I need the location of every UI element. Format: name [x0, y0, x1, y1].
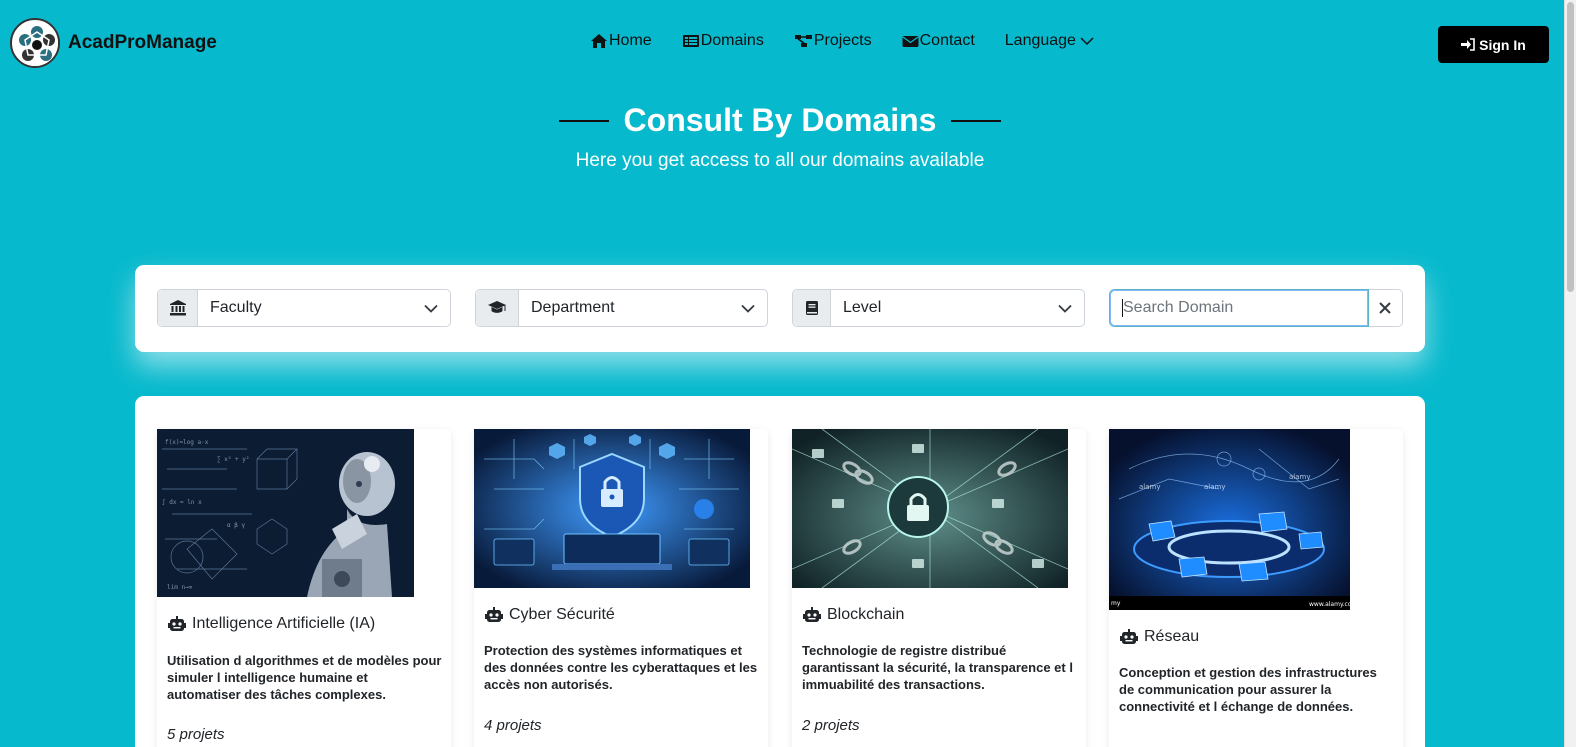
nav-links: Home Domains Projects Contact Language: [590, 32, 1124, 50]
robot-icon: [168, 616, 186, 631]
faculty-select[interactable]: Faculty: [157, 289, 451, 327]
domain-description: Technologie de registre distribué garant…: [802, 643, 1073, 692]
domain-name: Réseau: [1144, 628, 1200, 645]
nav-projects[interactable]: Projects: [794, 32, 872, 50]
close-icon: [1379, 302, 1391, 314]
department-select-value[interactable]: Department: [519, 290, 767, 326]
domain-title-row: Réseau: [1119, 628, 1199, 646]
domain-image-cyber: [474, 429, 750, 588]
robot-icon: [485, 607, 503, 622]
clear-search-button[interactable]: [1368, 290, 1402, 326]
sign-in-button[interactable]: Sign In: [1438, 26, 1549, 63]
navbar: AcadProManage Home Domains Projects Cont…: [0, 0, 1564, 88]
faculty-select-label: Faculty: [210, 299, 262, 316]
svg-text:www.alamy.com: www.alamy.com: [1309, 601, 1350, 608]
page-title: Consult By Domains: [623, 102, 937, 138]
hero-title-row: Consult By Domains: [0, 102, 1560, 139]
nav-projects-label: Projects: [813, 32, 872, 49]
nav-contact[interactable]: Contact: [902, 32, 975, 50]
level-select[interactable]: Level: [792, 289, 1085, 327]
graduation-cap-icon: [476, 290, 519, 326]
domain-title-row: Intelligence Artificielle (IA): [167, 615, 375, 633]
svg-text:∑ x² + y²: ∑ x² + y²: [217, 456, 250, 463]
svg-text:alamy: alamy: [1289, 473, 1311, 481]
svg-text:alamy: alamy: [1139, 483, 1161, 491]
chevron-down-icon: [424, 304, 438, 313]
scrollbar-thumb[interactable]: [1567, 2, 1574, 292]
domain-project-count: 4 projets: [484, 717, 542, 734]
domain-description: Protection des systèmes informatiques et…: [484, 643, 758, 692]
domain-image-blockchain: [792, 429, 1068, 588]
faculty-select-value[interactable]: Faculty: [198, 290, 450, 326]
filter-panel: Faculty Department Level Search Domain: [135, 265, 1425, 352]
book-icon: [793, 290, 831, 326]
domain-card-ia[interactable]: f(x)=log a·x ∑ x² + y² ∫ dx = ln x α β γ…: [157, 429, 451, 747]
domain-card-reseau[interactable]: alamy alamy alamy my www.alamy.com Résea…: [1109, 429, 1403, 747]
department-select-label: Department: [531, 299, 615, 316]
svg-text:lim n→∞: lim n→∞: [167, 584, 193, 591]
nav-home-label: Home: [609, 32, 652, 49]
language-label: Language: [1004, 32, 1076, 49]
domain-name: Intelligence Artificielle (IA): [192, 615, 376, 632]
robot-icon: [1120, 629, 1138, 644]
domains-panel: f(x)=log a·x ∑ x² + y² ∫ dx = ln x α β γ…: [135, 396, 1425, 747]
department-select[interactable]: Department: [475, 289, 768, 327]
chevron-down-icon: [741, 304, 755, 313]
page-scrollbar[interactable]: [1564, 0, 1576, 747]
domain-image-reseau: alamy alamy alamy my www.alamy.com: [1109, 429, 1350, 610]
svg-text:my: my: [1111, 600, 1121, 607]
page-subtitle: Here you get access to all our domains a…: [575, 150, 985, 171]
svg-text:alamy: alamy: [1204, 483, 1226, 491]
nav-domains-label: Domains: [700, 32, 764, 49]
svg-text:α β γ: α β γ: [227, 522, 245, 529]
svg-text:∫ dx = ln x: ∫ dx = ln x: [162, 498, 202, 506]
brand[interactable]: AcadProManage: [10, 18, 217, 68]
search-placeholder: Search Domain: [1123, 299, 1234, 316]
search-group: Search Domain: [1109, 289, 1403, 327]
domain-project-count: 2 projets: [802, 717, 860, 734]
logo-icon: [10, 18, 60, 68]
domain-title-row: Cyber Sécurité: [484, 606, 615, 624]
svg-text:f(x)=log a·x: f(x)=log a·x: [165, 439, 209, 446]
brand-name: AcadProManage: [68, 32, 217, 53]
level-select-value[interactable]: Level: [831, 290, 1084, 326]
sign-in-label: Sign In: [1479, 36, 1526, 53]
home-icon: [591, 34, 607, 48]
domain-description: Utilisation d algorithmes et de modèles …: [167, 653, 442, 702]
search-input[interactable]: Search Domain: [1110, 290, 1368, 326]
language-dropdown[interactable]: Language: [1005, 32, 1094, 50]
domain-card-cyber[interactable]: Cyber Sécurité Protection des systèmes i…: [474, 429, 768, 747]
nav-home[interactable]: Home: [590, 32, 652, 50]
chevron-down-icon: [1058, 304, 1072, 313]
domain-name: Blockchain: [827, 606, 905, 623]
domain-description: Conception et gestion des infrastructure…: [1119, 665, 1377, 714]
chevron-down-icon: [1080, 37, 1094, 46]
sign-in-icon: [1461, 38, 1475, 51]
domain-project-count: 5 projets: [167, 726, 225, 743]
level-select-label: Level: [843, 299, 882, 316]
domain-card-blockchain[interactable]: Blockchain Technologie de registre distr…: [792, 429, 1086, 747]
title-divider-right: [951, 119, 1002, 122]
sitemap-icon: [794, 35, 812, 47]
domain-image-ia: f(x)=log a·x ∑ x² + y² ∫ dx = ln x α β γ…: [157, 429, 414, 597]
envelope-icon: [902, 35, 919, 47]
list-icon: [682, 35, 699, 47]
robot-icon: [803, 607, 821, 622]
nav-domains[interactable]: Domains: [682, 32, 764, 50]
building-columns-icon: [158, 290, 198, 326]
domain-title-row: Blockchain: [802, 606, 904, 624]
nav-contact-label: Contact: [919, 32, 975, 49]
domain-name: Cyber Sécurité: [509, 606, 615, 623]
title-divider-left: [558, 119, 609, 122]
